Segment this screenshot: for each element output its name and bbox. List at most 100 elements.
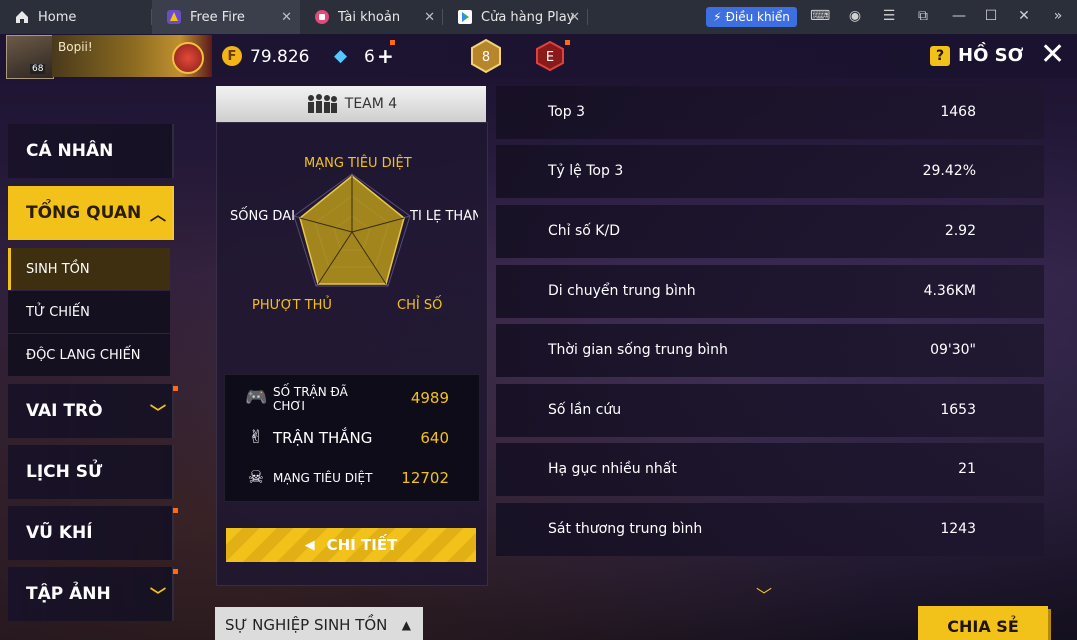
tab-home-label: Home	[38, 9, 77, 25]
stat-value: 4989	[410, 389, 449, 407]
browser-title-bar: Home Free Fire ✕ Tài khoản ✕ Cửa hàng Pl…	[0, 0, 1077, 34]
restore-icon[interactable]: ⧉	[914, 8, 932, 24]
stat-label: Số lần cứu	[548, 402, 622, 418]
diamond-balance: 6	[364, 47, 375, 67]
stat-value: 12702	[401, 469, 449, 487]
maximize-icon[interactable]: ☐	[982, 8, 1000, 24]
coin-balance: 79.826	[250, 47, 310, 67]
account-icon	[315, 10, 329, 24]
nav-item-overview[interactable]: TỔNG QUAN ︿	[8, 186, 174, 240]
stat-label: Chỉ số K/D	[548, 223, 620, 239]
elite-badge-label: E	[546, 50, 554, 65]
stat-label: Top 3	[548, 104, 585, 120]
victory-hand-icon: ✌	[248, 427, 264, 448]
career-mode-label: SỰ NGHIỆP SINH TỒN	[225, 616, 388, 634]
minimize-icon[interactable]: —	[950, 8, 968, 24]
play-store-icon	[458, 10, 472, 24]
stat-label: Di chuyển trung bình	[548, 283, 696, 299]
nav-item-history[interactable]: LỊCH SỬ	[8, 445, 174, 499]
sub-item-label: SINH TỒN	[26, 261, 90, 277]
notification-dot	[390, 40, 395, 45]
chevron-down-icon: ﹀	[149, 586, 166, 605]
tab-home[interactable]: Home	[0, 0, 152, 34]
share-button-label: CHIA SẺ	[947, 616, 1019, 636]
rank-badge-icon[interactable]: 8	[468, 38, 504, 74]
details-button[interactable]: ◀ CHI TIẾT	[226, 528, 476, 562]
user-icon[interactable]: ◉	[846, 8, 864, 24]
stat-label: Hạ gục nhiều nhất	[548, 461, 677, 477]
close-icon[interactable]: ✕	[281, 10, 292, 25]
team-silhouette-icon	[307, 94, 337, 113]
sub-item-deathmatch[interactable]: TỬ CHIẾN	[8, 291, 170, 333]
stat-row-avg-distance: Di chuyển trung bình 4.36KM	[496, 265, 1044, 318]
notification-dot	[565, 40, 570, 45]
game-viewport: 68 Bopii! F 79.826 ◆ 6 + 8 E ? HỒ SƠ ✕ C…	[0, 34, 1077, 640]
nav-item-gallery[interactable]: TẬP ẢNH ﹀	[8, 567, 174, 621]
radar-label-rusher: PHƯỢT THỦ	[252, 298, 332, 313]
team-mode-header[interactable]: TEAM 4	[216, 86, 486, 122]
stat-row-avg-survival: Thời gian sống trung bình 09'30"	[496, 324, 1044, 377]
expand-icon[interactable]: »	[1049, 8, 1067, 24]
close-window-icon[interactable]: ✕	[1015, 8, 1033, 24]
stat-row-max-kills: Hạ gục nhiều nhất 21	[496, 443, 1044, 496]
gold-coin-icon: F	[222, 46, 242, 66]
radar-label-win-rate: TỈ LỆ THẮNG	[410, 209, 478, 224]
chevron-down-icon: ﹀	[149, 403, 166, 422]
nav-item-role[interactable]: VAI TRÒ ﹀	[8, 384, 174, 438]
stat-row-matches: 🎮 SỐ TRẬN ĐÃ CHƠI 4989	[225, 379, 479, 417]
tab-play-store[interactable]: Cửa hàng Play ✕	[443, 0, 588, 34]
add-diamond-button[interactable]: +	[377, 44, 394, 68]
home-icon	[16, 11, 28, 23]
sub-item-lone-wolf[interactable]: ĐỘC LANG CHIẾN	[8, 334, 170, 376]
share-button[interactable]: CHIA SẺ	[918, 606, 1048, 640]
stat-label: MẠNG TIÊU DIỆT	[273, 471, 373, 485]
radar-label-survival: SỐNG DAI	[230, 209, 295, 224]
chevron-up-icon: ︿	[149, 205, 166, 224]
tab-free-fire[interactable]: Free Fire ✕	[152, 0, 300, 34]
sub-item-survival[interactable]: SINH TỒN	[8, 248, 170, 290]
menu-icon[interactable]: ☰	[880, 8, 898, 24]
control-button-label: Điều khiển	[725, 10, 790, 24]
notification-dot	[173, 508, 178, 513]
player-name: Bopii!	[58, 40, 93, 54]
stat-value: 21	[958, 461, 976, 477]
team-mode-label: TEAM 4	[344, 96, 398, 112]
skull-icon: ☠	[247, 467, 265, 488]
details-button-label: CHI TIẾT	[326, 536, 398, 554]
stat-label: Tỷ lệ Top 3	[548, 163, 624, 179]
diamond-icon: ◆	[334, 46, 348, 66]
stat-label: Sát thương trung bình	[548, 521, 703, 537]
help-icon[interactable]: ?	[930, 46, 950, 66]
summary-stats-box: 🎮 SỐ TRẬN ĐÃ CHƠI 4989 ✌ TRẬN THẮNG 640 …	[224, 374, 480, 502]
close-icon[interactable]: ✕	[1040, 40, 1065, 70]
close-icon[interactable]: ✕	[569, 10, 580, 25]
scroll-down-chevron-icon[interactable]: ﹀	[756, 582, 772, 606]
player-level: 68	[30, 64, 46, 74]
stat-value: 1243	[940, 521, 976, 537]
nav-item-label: LỊCH SỬ	[26, 462, 103, 482]
tab-free-fire-label: Free Fire	[190, 9, 245, 25]
nav-item-label: VAI TRÒ	[26, 401, 103, 421]
stat-value: 640	[420, 429, 449, 447]
nav-item-weapons[interactable]: VŨ KHÍ	[8, 506, 174, 560]
career-mode-dropdown[interactable]: SỰ NGHIỆP SINH TỒN ▲	[215, 607, 423, 640]
lightning-icon: ⚡	[713, 10, 722, 24]
radar-label-index: CHỈ SỐ	[397, 298, 443, 313]
elite-pass-icon[interactable]: E	[535, 41, 565, 71]
nav-item-label: VŨ KHÍ	[26, 523, 93, 543]
notification-dot	[173, 569, 178, 574]
tab-play-store-label: Cửa hàng Play	[481, 9, 575, 25]
stat-row-kills: ☠ MẠNG TIÊU DIỆT 12702	[225, 459, 479, 497]
free-fire-icon	[167, 10, 181, 24]
close-icon[interactable]: ✕	[424, 10, 435, 25]
stat-row-top3-rate: Tỷ lệ Top 3 29.42%	[496, 145, 1044, 198]
tab-account[interactable]: Tài khoản ✕	[300, 0, 443, 34]
nav-item-personal[interactable]: CÁ NHÂN	[8, 124, 174, 178]
radar-chart	[293, 173, 411, 287]
stat-value: 1468	[940, 104, 976, 120]
sub-item-label: TỬ CHIẾN	[26, 304, 90, 320]
control-button[interactable]: ⚡ Điều khiển	[706, 7, 797, 27]
page-title: HỒ SƠ	[958, 45, 1024, 66]
nav-item-label: TẬP ẢNH	[26, 584, 111, 604]
gamepad-icon[interactable]: ⌨	[810, 8, 830, 24]
